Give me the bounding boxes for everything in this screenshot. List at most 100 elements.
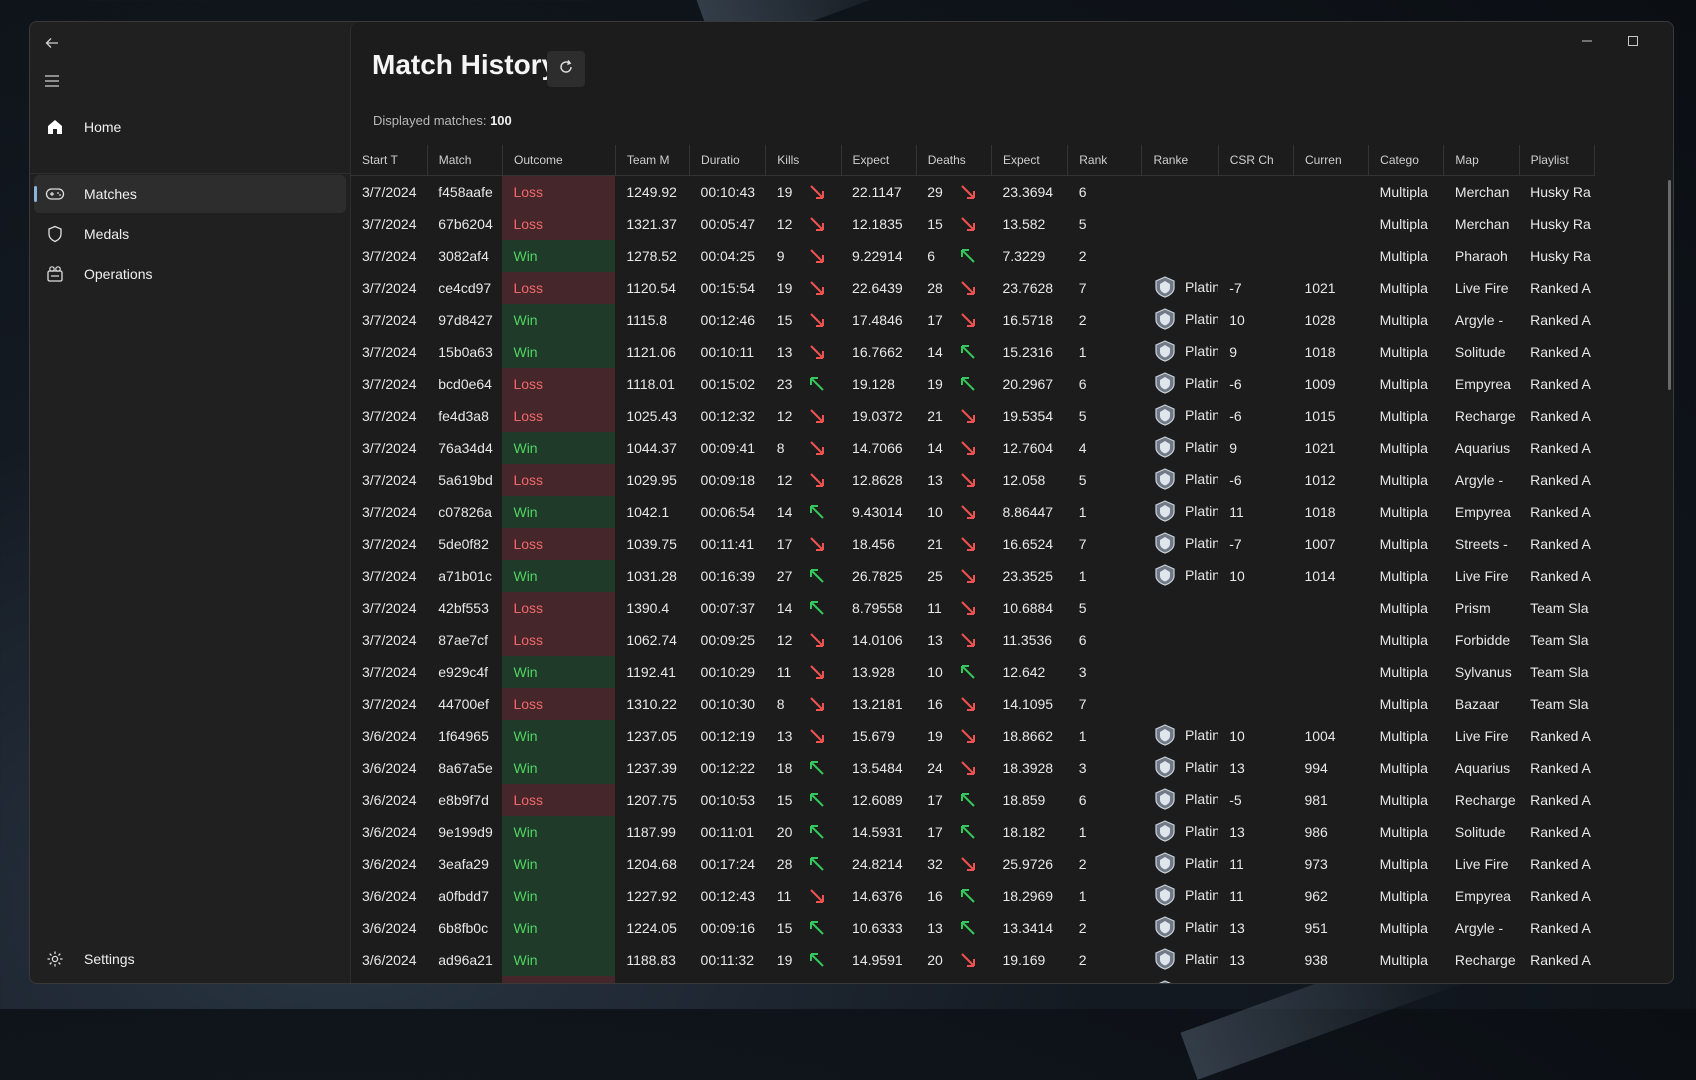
hamburger-menu-icon[interactable] <box>32 65 72 97</box>
column-header[interactable]: Deaths <box>916 145 991 176</box>
table-row[interactable]: 3/7/2024e929c4fWin1192.4100:10:291113.92… <box>351 656 1595 688</box>
current-csr-cell: 1007 <box>1293 528 1368 560</box>
outcome-cell: Win <box>502 432 615 464</box>
playlist-cell: Ranked A <box>1519 528 1594 560</box>
table-row[interactable]: 3/6/20248a67a5eWin1237.3900:12:221813.54… <box>351 752 1595 784</box>
table-row[interactable]: 3/7/2024c07826aWin1042.100:06:54149.4301… <box>351 496 1595 528</box>
match-id-cell: 8eb5670 <box>427 976 502 983</box>
displayed-matches-count: 100 <box>490 113 512 128</box>
table-row[interactable]: 3/7/20245a619bdLoss1029.9500:09:181212.8… <box>351 464 1595 496</box>
column-header[interactable]: Curren <box>1293 145 1368 176</box>
table-row[interactable]: 3/7/2024bcd0e64Loss1118.0100:15:022319.1… <box>351 368 1595 400</box>
csr-change-cell: 13 <box>1218 912 1293 944</box>
table-row[interactable]: 3/6/2024a0fbdd7Win1227.9200:12:431114.63… <box>351 880 1595 912</box>
table-row[interactable]: 3/7/202497d8427Win1115.800:12:461517.484… <box>351 304 1595 336</box>
arrow-up-left-icon <box>807 598 841 618</box>
back-arrow-icon[interactable] <box>32 27 72 59</box>
rank-badge-icon <box>1153 980 1177 984</box>
maximize-icon[interactable] <box>1610 26 1656 56</box>
duration-cell: 00:11:01 <box>690 816 766 848</box>
nav-item-settings[interactable]: Settings <box>34 940 346 978</box>
page-title: Match History <box>372 49 557 81</box>
table-row[interactable]: 3/7/20245de0f82Loss1039.7500:11:411718.4… <box>351 528 1595 560</box>
table-row[interactable]: 3/7/202476a34d4Win1044.3700:09:41814.706… <box>351 432 1595 464</box>
arrow-up-left-icon <box>958 790 992 810</box>
column-header[interactable]: Map <box>1444 145 1519 176</box>
column-header[interactable]: Outcome <box>502 145 615 176</box>
column-header[interactable]: Start T <box>351 145 427 176</box>
rank-badge-icon <box>1153 564 1177 589</box>
refresh-button[interactable] <box>547 51 585 87</box>
column-header[interactable]: Expect <box>991 145 1067 176</box>
column-header[interactable]: Match <box>427 145 502 176</box>
csr-change-cell: 9 <box>1218 336 1293 368</box>
expected-kills-cell: 8.79558 <box>841 592 916 624</box>
table-row[interactable]: 3/7/202415b0a63Win1121.0600:10:111316.76… <box>351 336 1595 368</box>
table-row[interactable]: 3/7/202487ae7cfLoss1062.7400:09:251214.0… <box>351 624 1595 656</box>
table-row[interactable]: 3/7/2024fe4d3a8Loss1025.4300:12:321219.0… <box>351 400 1595 432</box>
expected-deaths-cell: 15.2316 <box>991 336 1067 368</box>
team-mmr-cell: 1237.05 <box>615 720 689 752</box>
start-time-cell: 3/7/2024 <box>351 176 427 209</box>
column-header[interactable]: CSR Ch <box>1218 145 1293 176</box>
deaths-trend <box>954 816 992 848</box>
table-row[interactable]: 3/6/2024ad96a21Win1188.8300:11:321914.95… <box>351 944 1595 976</box>
kills-cell: 14 <box>766 496 804 528</box>
column-header[interactable]: Duratio <box>690 145 766 176</box>
match-id-cell: f458aafe <box>427 176 502 209</box>
column-header[interactable]: Team M <box>615 145 689 176</box>
ranked-tier-label: Platin <box>1185 887 1218 903</box>
table-row[interactable]: 3/7/2024ce4cd97Loss1120.5400:15:541922.6… <box>351 272 1595 304</box>
map-cell: Empyrea <box>1444 368 1519 400</box>
deaths-cell: 17 <box>916 784 954 816</box>
table-row[interactable]: 3/6/20248eb5670Loss1183.8900:08:57711.08… <box>351 976 1595 983</box>
team-mmr-cell: 1183.89 <box>615 976 689 983</box>
table-row[interactable]: 3/7/20243082af4Win1278.5200:04:2599.2291… <box>351 240 1595 272</box>
csr-change-cell <box>1218 688 1293 720</box>
outcome-cell: Win <box>502 816 615 848</box>
ranked-tier-label: Platin <box>1185 759 1218 775</box>
map-cell: Empyrea <box>1444 496 1519 528</box>
vertical-scrollbar[interactable] <box>1668 180 1671 390</box>
table-row[interactable]: 3/7/2024a71b01cWin1031.2800:16:392726.78… <box>351 560 1595 592</box>
column-header[interactable]: Playlist <box>1519 145 1594 176</box>
table-row[interactable]: 3/6/20249e199d9Win1187.9900:11:012014.59… <box>351 816 1595 848</box>
column-header[interactable]: Kills <box>766 145 841 176</box>
column-header[interactable]: Ranke <box>1142 145 1218 176</box>
deaths-cell: 15 <box>916 208 954 240</box>
table-row[interactable]: 3/7/202442bf553Loss1390.400:07:37148.795… <box>351 592 1595 624</box>
current-csr-cell: 925 <box>1293 976 1368 983</box>
nav-item-home[interactable]: Home <box>34 108 346 146</box>
start-time-cell: 3/7/2024 <box>351 240 427 272</box>
category-cell: Multipla <box>1369 336 1444 368</box>
playlist-cell: Ranked A <box>1519 400 1594 432</box>
deaths-trend <box>954 304 992 336</box>
nav-item-operations[interactable]: Operations <box>34 255 346 293</box>
table-row[interactable]: 3/6/20241f64965Win1237.0500:12:191315.67… <box>351 720 1595 752</box>
table-row[interactable]: 3/7/202467b6204Loss1321.3700:05:471212.1… <box>351 208 1595 240</box>
close-icon[interactable] <box>1656 26 1673 56</box>
nav-item-medals[interactable]: Medals <box>34 215 346 253</box>
match-id-cell: a71b01c <box>427 560 502 592</box>
nav-item-matches[interactable]: Matches <box>34 175 346 213</box>
table-row[interactable]: 3/7/2024f458aafeLoss1249.9200:10:431922.… <box>351 176 1595 209</box>
kills-trend <box>803 784 841 816</box>
arrow-down-right-icon <box>958 950 992 970</box>
arrow-up-left-icon <box>958 918 992 938</box>
table-row[interactable]: 3/6/20243eafa29Win1204.6800:17:242824.82… <box>351 848 1595 880</box>
column-header[interactable]: Rank <box>1068 145 1142 176</box>
minimize-icon[interactable] <box>1564 26 1610 56</box>
table-row[interactable]: 3/6/20246b8fb0cWin1224.0500:09:161510.63… <box>351 912 1595 944</box>
rank-cell: 5 <box>1068 592 1142 624</box>
category-cell: Multipla <box>1369 976 1444 983</box>
column-header[interactable]: Expect <box>841 145 916 176</box>
current-csr-cell: 1021 <box>1293 272 1368 304</box>
deaths-cell: 13 <box>916 464 954 496</box>
category-cell: Multipla <box>1369 272 1444 304</box>
column-header[interactable]: Catego <box>1369 145 1444 176</box>
current-csr-cell: 938 <box>1293 944 1368 976</box>
table-row[interactable]: 3/6/2024e8b9f7dLoss1207.7500:10:531512.6… <box>351 784 1595 816</box>
outcome-cell: Loss <box>502 624 615 656</box>
kills-trend <box>803 816 841 848</box>
table-row[interactable]: 3/7/202444700efLoss1310.2200:10:30813.21… <box>351 688 1595 720</box>
